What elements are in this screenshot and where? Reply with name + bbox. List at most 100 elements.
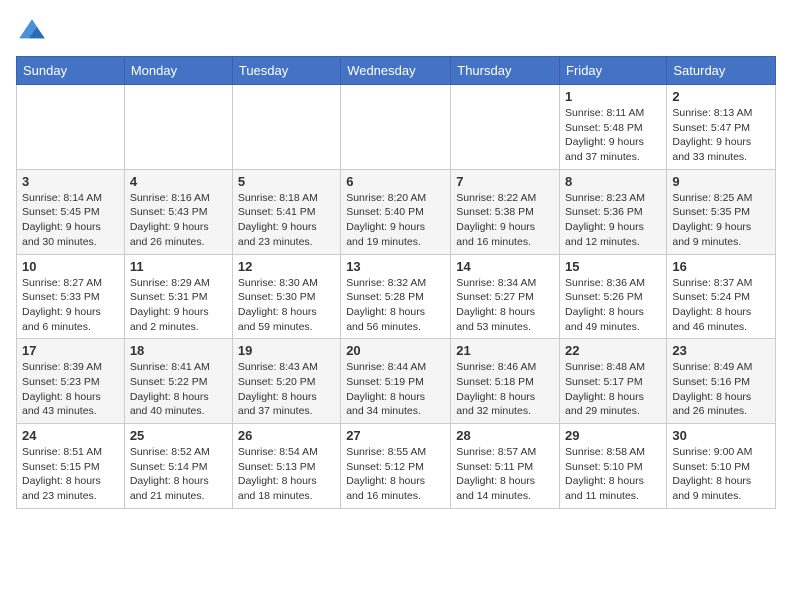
day-number: 10	[22, 259, 119, 274]
day-number: 8	[565, 174, 661, 189]
weekday-header-sunday: Sunday	[17, 57, 125, 85]
calendar-cell: 13 Sunrise: 8:32 AMSunset: 5:28 PMDayligh…	[341, 254, 451, 339]
day-info: Sunrise: 8:11 AMSunset: 5:48 PMDaylight:…	[565, 106, 661, 165]
day-number: 30	[672, 428, 770, 443]
day-number: 26	[238, 428, 335, 443]
day-info: Sunrise: 8:55 AMSunset: 5:12 PMDaylight:…	[346, 445, 445, 504]
day-info: Sunrise: 8:39 AMSunset: 5:23 PMDaylight:…	[22, 360, 119, 419]
day-info: Sunrise: 8:25 AMSunset: 5:35 PMDaylight:…	[672, 191, 770, 250]
calendar-cell: 24 Sunrise: 8:51 AMSunset: 5:15 PMDayligh…	[17, 424, 125, 509]
day-number: 28	[456, 428, 554, 443]
calendar-cell: 8 Sunrise: 8:23 AMSunset: 5:36 PMDaylight…	[560, 169, 667, 254]
calendar-week-row: 3 Sunrise: 8:14 AMSunset: 5:45 PMDaylight…	[17, 169, 776, 254]
day-number: 17	[22, 343, 119, 358]
calendar-cell: 2 Sunrise: 8:13 AMSunset: 5:47 PMDaylight…	[667, 85, 776, 170]
day-info: Sunrise: 8:34 AMSunset: 5:27 PMDaylight:…	[456, 276, 554, 335]
calendar-cell: 18 Sunrise: 8:41 AMSunset: 5:22 PMDayligh…	[124, 339, 232, 424]
calendar-cell: 21 Sunrise: 8:46 AMSunset: 5:18 PMDayligh…	[451, 339, 560, 424]
calendar-cell: 15 Sunrise: 8:36 AMSunset: 5:26 PMDayligh…	[560, 254, 667, 339]
day-number: 22	[565, 343, 661, 358]
day-info: Sunrise: 8:14 AMSunset: 5:45 PMDaylight:…	[22, 191, 119, 250]
day-number: 21	[456, 343, 554, 358]
calendar-cell: 23 Sunrise: 8:49 AMSunset: 5:16 PMDayligh…	[667, 339, 776, 424]
day-info: Sunrise: 8:18 AMSunset: 5:41 PMDaylight:…	[238, 191, 335, 250]
calendar-cell	[232, 85, 340, 170]
day-info: Sunrise: 8:32 AMSunset: 5:28 PMDaylight:…	[346, 276, 445, 335]
day-info: Sunrise: 8:37 AMSunset: 5:24 PMDaylight:…	[672, 276, 770, 335]
calendar-cell	[451, 85, 560, 170]
page-header	[16, 16, 776, 48]
day-info: Sunrise: 8:23 AMSunset: 5:36 PMDaylight:…	[565, 191, 661, 250]
calendar-cell: 7 Sunrise: 8:22 AMSunset: 5:38 PMDaylight…	[451, 169, 560, 254]
day-info: Sunrise: 8:51 AMSunset: 5:15 PMDaylight:…	[22, 445, 119, 504]
day-info: Sunrise: 8:46 AMSunset: 5:18 PMDaylight:…	[456, 360, 554, 419]
calendar-cell: 25 Sunrise: 8:52 AMSunset: 5:14 PMDayligh…	[124, 424, 232, 509]
day-info: Sunrise: 8:43 AMSunset: 5:20 PMDaylight:…	[238, 360, 335, 419]
day-number: 20	[346, 343, 445, 358]
logo	[16, 16, 52, 48]
weekday-header-friday: Friday	[560, 57, 667, 85]
day-info: Sunrise: 8:52 AMSunset: 5:14 PMDaylight:…	[130, 445, 227, 504]
day-number: 4	[130, 174, 227, 189]
day-number: 24	[22, 428, 119, 443]
day-number: 12	[238, 259, 335, 274]
weekday-header-thursday: Thursday	[451, 57, 560, 85]
weekday-header-tuesday: Tuesday	[232, 57, 340, 85]
day-number: 1	[565, 89, 661, 104]
calendar-cell	[124, 85, 232, 170]
day-number: 2	[672, 89, 770, 104]
calendar-cell: 14 Sunrise: 8:34 AMSunset: 5:27 PMDayligh…	[451, 254, 560, 339]
day-info: Sunrise: 8:22 AMSunset: 5:38 PMDaylight:…	[456, 191, 554, 250]
day-info: Sunrise: 8:58 AMSunset: 5:10 PMDaylight:…	[565, 445, 661, 504]
day-number: 18	[130, 343, 227, 358]
day-number: 27	[346, 428, 445, 443]
day-info: Sunrise: 8:29 AMSunset: 5:31 PMDaylight:…	[130, 276, 227, 335]
day-info: Sunrise: 8:54 AMSunset: 5:13 PMDaylight:…	[238, 445, 335, 504]
calendar-cell: 29 Sunrise: 8:58 AMSunset: 5:10 PMDayligh…	[560, 424, 667, 509]
day-info: Sunrise: 8:16 AMSunset: 5:43 PMDaylight:…	[130, 191, 227, 250]
calendar-header: SundayMondayTuesdayWednesdayThursdayFrid…	[17, 57, 776, 85]
day-number: 23	[672, 343, 770, 358]
day-info: Sunrise: 8:41 AMSunset: 5:22 PMDaylight:…	[130, 360, 227, 419]
day-number: 16	[672, 259, 770, 274]
day-info: Sunrise: 9:00 AMSunset: 5:10 PMDaylight:…	[672, 445, 770, 504]
day-info: Sunrise: 8:36 AMSunset: 5:26 PMDaylight:…	[565, 276, 661, 335]
day-info: Sunrise: 8:49 AMSunset: 5:16 PMDaylight:…	[672, 360, 770, 419]
day-number: 14	[456, 259, 554, 274]
day-info: Sunrise: 8:57 AMSunset: 5:11 PMDaylight:…	[456, 445, 554, 504]
logo-icon	[16, 16, 48, 48]
calendar-body: 1 Sunrise: 8:11 AMSunset: 5:48 PMDaylight…	[17, 85, 776, 509]
calendar-week-row: 24 Sunrise: 8:51 AMSunset: 5:15 PMDayligh…	[17, 424, 776, 509]
day-number: 11	[130, 259, 227, 274]
calendar-cell: 4 Sunrise: 8:16 AMSunset: 5:43 PMDaylight…	[124, 169, 232, 254]
calendar-cell: 30 Sunrise: 9:00 AMSunset: 5:10 PMDayligh…	[667, 424, 776, 509]
weekday-header-wednesday: Wednesday	[341, 57, 451, 85]
day-number: 15	[565, 259, 661, 274]
calendar-cell: 12Sunrise: 8:30 AMSunset: 5:30 PMDayligh…	[232, 254, 340, 339]
calendar-cell: 17 Sunrise: 8:39 AMSunset: 5:23 PMDayligh…	[17, 339, 125, 424]
day-number: 25	[130, 428, 227, 443]
day-number: 7	[456, 174, 554, 189]
day-info: Sunrise: 8:27 AMSunset: 5:33 PMDaylight:…	[22, 276, 119, 335]
calendar-cell: 6Sunrise: 8:20 AMSunset: 5:40 PMDaylight…	[341, 169, 451, 254]
calendar-week-row: 17 Sunrise: 8:39 AMSunset: 5:23 PMDayligh…	[17, 339, 776, 424]
calendar-cell: 28 Sunrise: 8:57 AMSunset: 5:11 PMDayligh…	[451, 424, 560, 509]
calendar-cell: 19 Sunrise: 8:43 AMSunset: 5:20 PMDayligh…	[232, 339, 340, 424]
calendar-cell: 22Sunrise: 8:48 AMSunset: 5:17 PMDayligh…	[560, 339, 667, 424]
day-info: Sunrise: 8:13 AMSunset: 5:47 PMDaylight:…	[672, 106, 770, 165]
calendar-table: SundayMondayTuesdayWednesdayThursdayFrid…	[16, 56, 776, 509]
day-info: Sunrise: 8:44 AMSunset: 5:19 PMDaylight:…	[346, 360, 445, 419]
day-info: Sunrise: 8:20 AMSunset: 5:40 PMDaylight:…	[346, 191, 445, 250]
calendar-cell: 10 Sunrise: 8:27 AMSunset: 5:33 PMDayligh…	[17, 254, 125, 339]
day-number: 29	[565, 428, 661, 443]
calendar-cell: 9 Sunrise: 8:25 AMSunset: 5:35 PMDaylight…	[667, 169, 776, 254]
weekday-header-row: SundayMondayTuesdayWednesdayThursdayFrid…	[17, 57, 776, 85]
calendar-cell: 11 Sunrise: 8:29 AMSunset: 5:31 PMDayligh…	[124, 254, 232, 339]
calendar-cell: 1 Sunrise: 8:11 AMSunset: 5:48 PMDaylight…	[560, 85, 667, 170]
day-number: 3	[22, 174, 119, 189]
calendar-cell: 3 Sunrise: 8:14 AMSunset: 5:45 PMDaylight…	[17, 169, 125, 254]
day-number: 13	[346, 259, 445, 274]
day-number: 9	[672, 174, 770, 189]
day-number: 19	[238, 343, 335, 358]
calendar-cell: 26 Sunrise: 8:54 AMSunset: 5:13 PMDayligh…	[232, 424, 340, 509]
